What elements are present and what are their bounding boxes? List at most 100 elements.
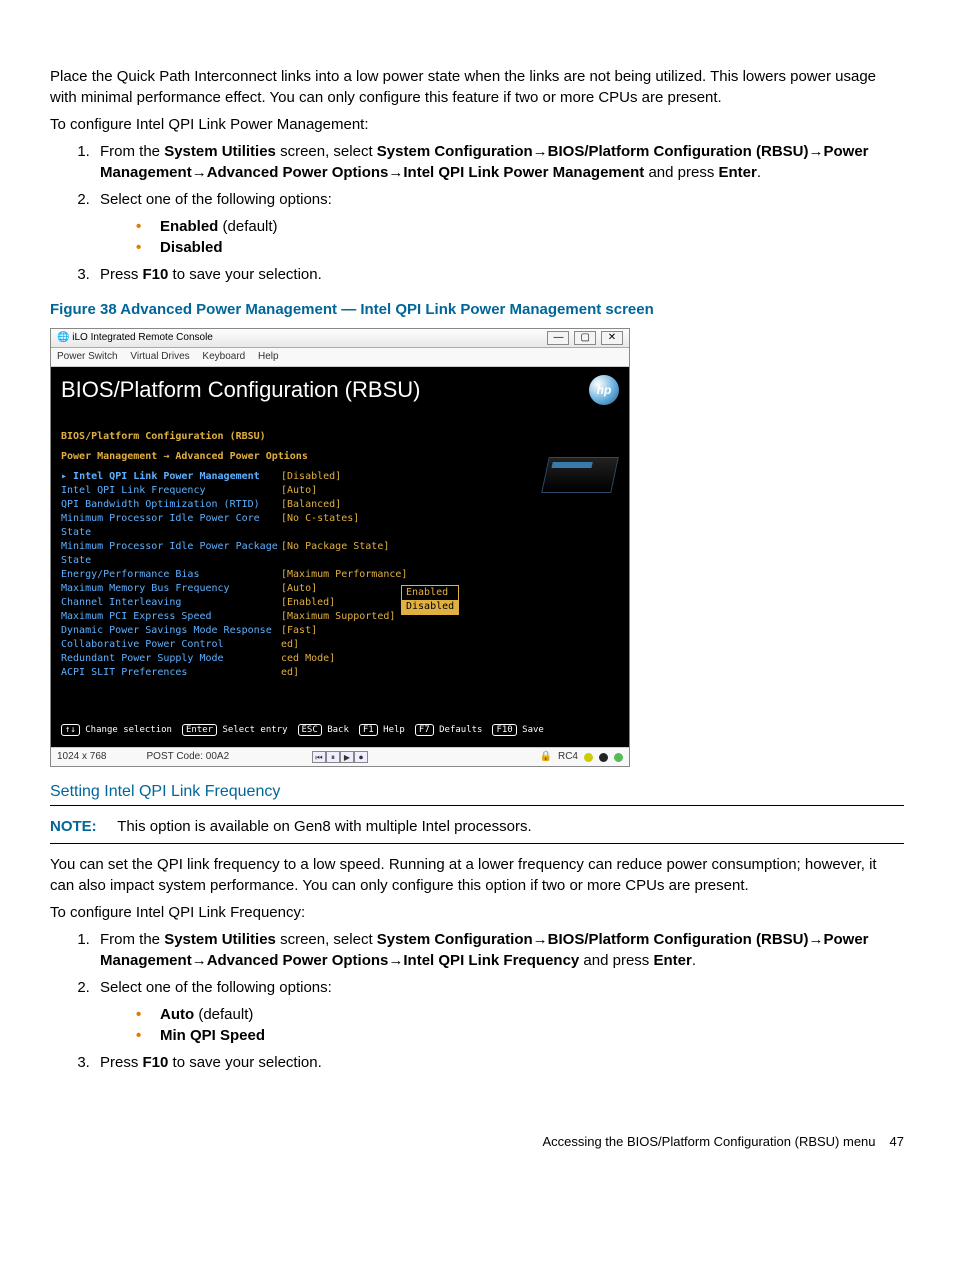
bios-option-row[interactable]: Energy/Performance Bias[Maximum Performa…	[61, 568, 619, 582]
key-f10: F10	[492, 724, 516, 736]
page-footer: Accessing the BIOS/Platform Configuratio…	[50, 1133, 904, 1151]
bios-option-label: Minimum Processor Idle Power Core State	[61, 512, 281, 540]
bios-option-label: Intel QPI Link Power Management	[61, 470, 281, 484]
close-button[interactable]: ✕	[601, 331, 623, 345]
step-2: Select one of the following options: Aut…	[94, 977, 904, 1046]
bios-option-value: [Enabled]	[281, 596, 335, 610]
menu-keyboard[interactable]: Keyboard	[202, 351, 245, 362]
lock-icon: 🔒	[540, 750, 552, 764]
bios-screenshot: 🌐 iLO Integrated Remote Console — ▢ ✕ Po…	[50, 328, 630, 767]
note-label: NOTE:	[50, 818, 97, 835]
menu-help[interactable]: Help	[258, 351, 279, 362]
option-list-2: Auto (default) Min QPI Speed	[100, 1004, 904, 1046]
dropdown-disabled[interactable]: Disabled	[402, 600, 458, 614]
bios-option-label: Channel Interleaving	[61, 596, 281, 610]
step-1: From the System Utilities screen, select…	[94, 929, 904, 971]
bios-option-value: ced Mode]	[281, 652, 335, 666]
section-heading: Setting Intel QPI Link Frequency	[50, 781, 904, 803]
bios-option-value: ed]	[281, 638, 299, 652]
step-3: Press F10 to save your selection.	[94, 264, 904, 285]
steps-list-1: From the System Utilities screen, select…	[50, 141, 904, 285]
key-enter: Enter	[182, 724, 217, 736]
option-disabled: Disabled	[136, 237, 904, 258]
bios-option-row[interactable]: Minimum Processor Idle Power Core State[…	[61, 512, 619, 540]
bios-option-row[interactable]: Maximum Memory Bus Frequency[Auto]	[61, 582, 619, 596]
key-updown: ↑↓	[61, 724, 80, 736]
bios-option-value: [No C-states]	[281, 512, 359, 540]
hp-logo-icon: hp	[589, 375, 619, 405]
bios-option-value: [Auto]	[281, 582, 317, 596]
bios-option-value: [Disabled]	[281, 470, 341, 484]
key-f7: F7	[415, 724, 434, 736]
bios-dropdown[interactable]: Enabled Disabled	[401, 585, 459, 615]
function-key-bar: ↑↓ Change selection Enter Select entry E…	[61, 724, 544, 737]
bios-option-row[interactable]: Maximum PCI Express Speed[Maximum Suppor…	[61, 610, 619, 624]
step-3: Press F10 to save your selection.	[94, 1052, 904, 1073]
divider	[50, 843, 904, 844]
step-2: Select one of the following options: Ena…	[94, 189, 904, 258]
bios-option-value: ed]	[281, 666, 299, 680]
lead-text-2: To configure Intel QPI Link Frequency:	[50, 902, 904, 923]
bios-option-row[interactable]: Intel QPI Link Power Management[Disabled…	[61, 470, 619, 484]
status-resolution: 1024 x 768	[57, 750, 107, 764]
key-f1: F1	[359, 724, 378, 736]
intro-text: Place the Quick Path Interconnect links …	[50, 66, 904, 108]
bios-option-row[interactable]: Dynamic Power Savings Mode Response[Fast…	[61, 624, 619, 638]
bios-option-label: Maximum PCI Express Speed	[61, 610, 281, 624]
bios-option-row[interactable]: Intel QPI Link Frequency[Auto]	[61, 484, 619, 498]
footer-page: 47	[890, 1133, 904, 1151]
status-rc4: RC4	[558, 750, 578, 764]
bios-option-label: Dynamic Power Savings Mode Response	[61, 624, 281, 638]
bios-option-value: [No Package State]	[281, 540, 389, 568]
bios-option-label: Redundant Power Supply Mode	[61, 652, 281, 666]
key-esc: ESC	[298, 724, 322, 736]
led-green-icon	[614, 753, 623, 762]
bios-breadcrumb: Power Management → Advanced Power Option…	[61, 450, 619, 464]
option-min-qpi: Min QPI Speed	[136, 1025, 904, 1046]
bios-option-row[interactable]: Redundant Power Supply Modeced Mode]	[61, 652, 619, 666]
status-postcode: POST Code: 00A2	[147, 750, 230, 764]
step-1: From the System Utilities screen, select…	[94, 141, 904, 183]
menu-virtual-drives[interactable]: Virtual Drives	[130, 351, 189, 362]
note-row: NOTE: This option is available on Gen8 w…	[50, 816, 904, 837]
bios-option-row[interactable]: ACPI SLIT Preferencesed]	[61, 666, 619, 680]
note-text: This option is available on Gen8 with mu…	[117, 818, 531, 835]
steps-list-2: From the System Utilities screen, select…	[50, 929, 904, 1073]
minimize-button[interactable]: —	[547, 331, 569, 345]
menu-power[interactable]: Power Switch	[57, 351, 118, 362]
media-controls[interactable]: ⏮⏸▶⏺	[312, 751, 368, 763]
bios-subtitle: BIOS/Platform Configuration (RBSU)	[61, 430, 619, 444]
bios-option-label: Energy/Performance Bias	[61, 568, 281, 582]
window-titlebar: 🌐 iLO Integrated Remote Console — ▢ ✕	[51, 329, 629, 348]
figure-caption: Figure 38 Advanced Power Management — In…	[50, 299, 904, 320]
dropdown-enabled[interactable]: Enabled	[402, 586, 458, 600]
bios-option-value: [Auto]	[281, 484, 317, 498]
window-menubar: Power Switch Virtual Drives Keyboard Hel…	[51, 348, 629, 367]
bios-option-label: Intel QPI Link Frequency	[61, 484, 281, 498]
bios-body: BIOS/Platform Configuration (RBSU) hp BI…	[51, 367, 629, 747]
bios-option-label: Maximum Memory Bus Frequency	[61, 582, 281, 596]
option-list: Enabled (default) Disabled	[100, 216, 904, 258]
bios-options-list: Intel QPI Link Power Management[Disabled…	[61, 470, 619, 680]
window-controls: — ▢ ✕	[545, 331, 623, 345]
led-yellow-icon	[584, 753, 593, 762]
bios-option-value: [Fast]	[281, 624, 317, 638]
bios-option-row[interactable]: QPI Bandwidth Optimization (RTID)[Balanc…	[61, 498, 619, 512]
bios-option-row[interactable]: Channel Interleaving[Enabled]	[61, 596, 619, 610]
window-statusbar: 1024 x 768 POST Code: 00A2 ⏮⏸▶⏺ 🔒 RC4	[51, 747, 629, 766]
footer-text: Accessing the BIOS/Platform Configuratio…	[542, 1133, 875, 1151]
led-dark-icon	[599, 753, 608, 762]
option-enabled: Enabled (default)	[136, 216, 904, 237]
divider	[50, 805, 904, 806]
bios-option-label: Collaborative Power Control	[61, 638, 281, 652]
bios-option-row[interactable]: Collaborative Power Controled]	[61, 638, 619, 652]
bios-option-label: ACPI SLIT Preferences	[61, 666, 281, 680]
bios-option-row[interactable]: Minimum Processor Idle Power Package Sta…	[61, 540, 619, 568]
bios-title: BIOS/Platform Configuration (RBSU)	[61, 375, 420, 406]
window-title: 🌐 iLO Integrated Remote Console	[57, 331, 213, 345]
intro-text-2: You can set the QPI link frequency to a …	[50, 854, 904, 896]
bios-option-label: Minimum Processor Idle Power Package Sta…	[61, 540, 281, 568]
maximize-button[interactable]: ▢	[574, 331, 596, 345]
lead-text: To configure Intel QPI Link Power Manage…	[50, 114, 904, 135]
document-page: Place the Quick Path Interconnect links …	[0, 0, 954, 1192]
